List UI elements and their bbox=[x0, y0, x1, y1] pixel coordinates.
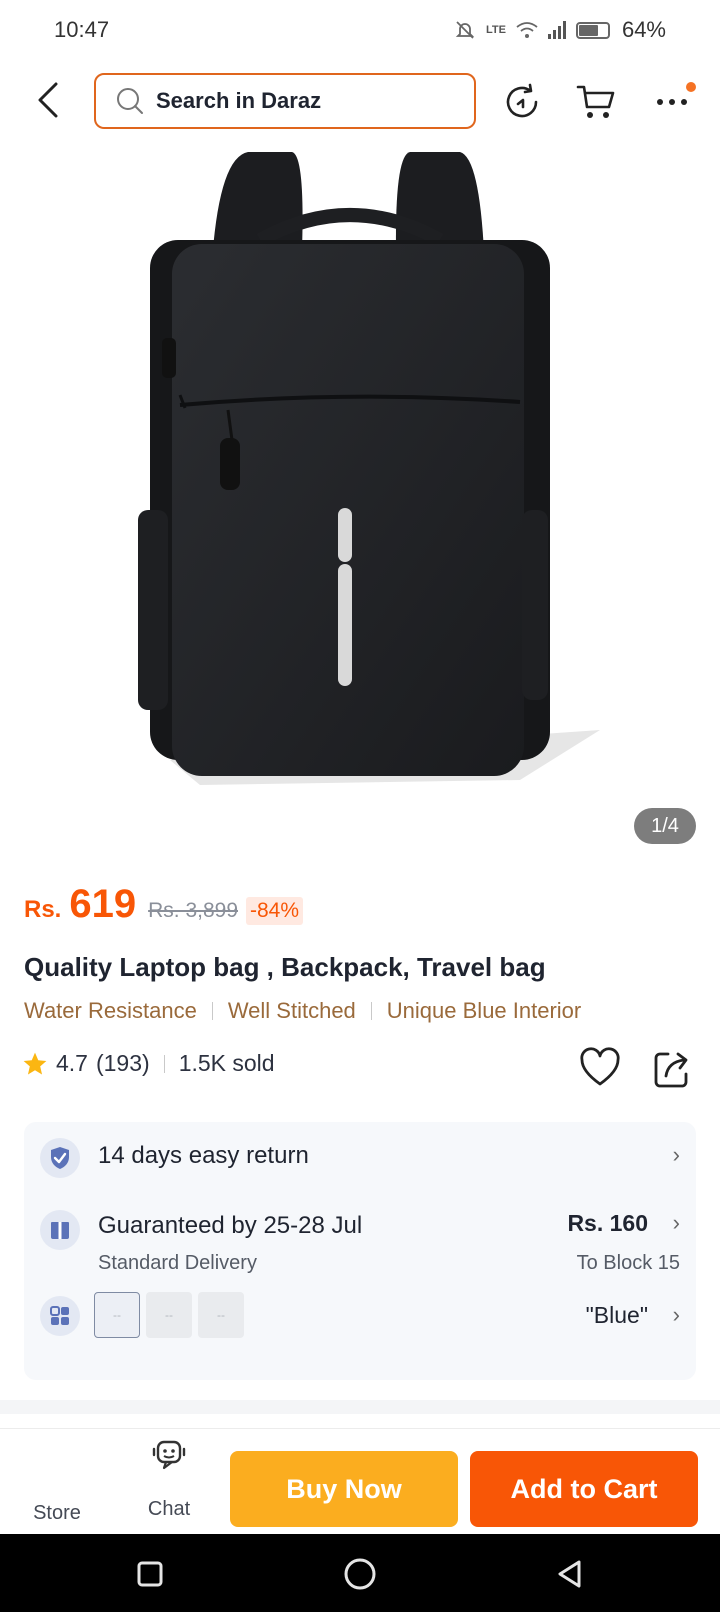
section-divider bbox=[0, 1400, 720, 1414]
cart-icon bbox=[576, 85, 615, 118]
home-button[interactable] bbox=[338, 1552, 382, 1596]
shipping-price: Rs. 160 bbox=[567, 1210, 648, 1236]
mute-bell-icon bbox=[455, 21, 475, 39]
cart-button[interactable] bbox=[574, 80, 618, 124]
star-icon bbox=[23, 1052, 47, 1075]
status-time: 10:47 bbox=[54, 17, 110, 42]
returns-row[interactable]: 14 days easy return › bbox=[24, 1122, 696, 1192]
price-currency: Rs. bbox=[24, 896, 62, 923]
rating-separator bbox=[163, 1054, 165, 1073]
delivery-title: Guaranteed by 25-28 Jul bbox=[98, 1212, 363, 1239]
feature-separator bbox=[370, 1002, 372, 1020]
rating-value: 4.7 bbox=[56, 1050, 88, 1076]
delivery-subtitle: Standard Delivery bbox=[98, 1252, 257, 1274]
returns-text: 14 days easy return bbox=[98, 1142, 309, 1169]
chat-icon bbox=[152, 1440, 186, 1470]
grid-icon bbox=[40, 1296, 80, 1336]
chevron-right-icon: › bbox=[672, 1142, 680, 1167]
wifi-icon bbox=[516, 22, 538, 38]
feature-tags: Water Resistance Well Stitched Unique Bl… bbox=[24, 998, 581, 1024]
share-button[interactable] bbox=[650, 1046, 694, 1090]
store-button[interactable]: Store bbox=[24, 1445, 90, 1525]
search-placeholder: Search in Daraz bbox=[156, 88, 322, 113]
chat-button[interactable]: Chat bbox=[136, 1437, 202, 1523]
variant-row[interactable]: -- -- -- "Blue" › bbox=[24, 1282, 696, 1368]
battery-icon bbox=[575, 21, 610, 39]
search-icon bbox=[117, 88, 143, 114]
delivery-box-icon bbox=[40, 1210, 80, 1250]
sold-count: 1.5K sold bbox=[178, 1050, 275, 1076]
feature-tag: Water Resistance bbox=[24, 998, 197, 1023]
backpack-image bbox=[138, 152, 600, 785]
price-value: 619 bbox=[69, 882, 137, 926]
recents-button[interactable] bbox=[128, 1552, 172, 1596]
variant-swatch[interactable]: -- bbox=[146, 1292, 192, 1338]
variant-swatch[interactable]: -- bbox=[198, 1292, 244, 1338]
bottom-action-bar: Store Chat Buy Now Add to Cart bbox=[0, 1428, 720, 1534]
rating-row[interactable]: 4.7 (193) 1.5K sold bbox=[22, 1050, 275, 1077]
back-arrow-icon bbox=[38, 82, 58, 118]
feature-tag: Unique Blue Interior bbox=[386, 998, 582, 1023]
variant-swatch-selected[interactable]: -- bbox=[94, 1292, 140, 1338]
add-to-cart-button[interactable]: Add to Cart bbox=[470, 1451, 698, 1527]
image-counter: 1/4 bbox=[634, 808, 696, 844]
delivery-row[interactable]: Guaranteed by 25-28 Jul Standard Deliver… bbox=[24, 1192, 696, 1282]
back-button[interactable] bbox=[30, 80, 66, 120]
recents-icon bbox=[137, 1561, 163, 1587]
status-bar: 10:47 LTE 64% bbox=[0, 0, 720, 60]
home-icon bbox=[344, 1558, 376, 1590]
feature-separator bbox=[211, 1002, 213, 1020]
top-header: Search in Daraz bbox=[0, 70, 720, 132]
share-icon bbox=[654, 1052, 688, 1088]
signal-icon bbox=[547, 21, 566, 39]
product-title: Quality Laptop bag , Backpack, Travel ba… bbox=[24, 952, 546, 982]
status-right: LTE 64% bbox=[454, 17, 666, 43]
history-icon bbox=[506, 83, 538, 118]
buy-now-button[interactable]: Buy Now bbox=[230, 1451, 458, 1527]
store-label: Store bbox=[33, 1502, 81, 1524]
triangle-back-icon bbox=[558, 1560, 581, 1588]
product-image-gallery[interactable] bbox=[0, 140, 720, 860]
status-icons: LTE bbox=[454, 19, 610, 41]
heart-icon bbox=[580, 1047, 620, 1086]
original-price: Rs. 3,899 bbox=[148, 899, 238, 922]
rating-count: (193) bbox=[95, 1050, 150, 1076]
shipping-destination: To Block 15 bbox=[576, 1252, 680, 1274]
network-label: LTE bbox=[485, 24, 506, 36]
system-nav-bar bbox=[0, 1534, 720, 1612]
notification-dot bbox=[686, 82, 696, 92]
chevron-right-icon: › bbox=[672, 1210, 680, 1235]
battery-percent: 64% bbox=[621, 17, 666, 42]
more-icon bbox=[657, 99, 687, 105]
variant-value: "Blue" bbox=[585, 1302, 648, 1328]
shield-icon bbox=[40, 1138, 80, 1178]
service-info-card: 14 days easy return › Guaranteed by 25-2… bbox=[24, 1122, 696, 1380]
more-options-button[interactable] bbox=[650, 80, 696, 124]
price-row: Rs. 619 Rs. 3,899 -84% bbox=[24, 882, 304, 927]
chat-label: Chat bbox=[147, 1498, 191, 1520]
chevron-right-icon: › bbox=[672, 1302, 680, 1327]
discount-badge: -84% bbox=[246, 897, 304, 925]
feature-tag: Well Stitched bbox=[227, 998, 356, 1023]
system-back-button[interactable] bbox=[548, 1552, 592, 1596]
search-input[interactable]: Search in Daraz bbox=[94, 73, 476, 129]
history-button[interactable] bbox=[500, 80, 544, 124]
wishlist-button[interactable] bbox=[578, 1046, 622, 1090]
